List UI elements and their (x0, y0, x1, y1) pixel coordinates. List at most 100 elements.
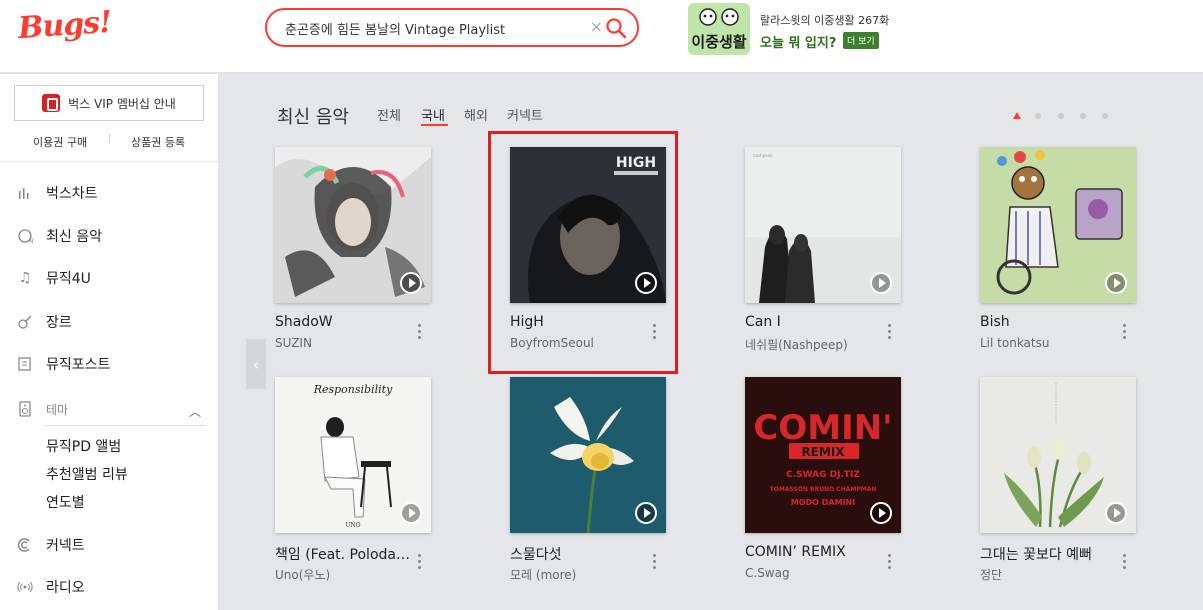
album-card[interactable]: COMIN' REMIX C.SWAG DJ.TIZ TOMASSON BRUN… (745, 377, 945, 597)
promo-subtitle[interactable]: 랄라스윗의 이중생활 267화 (760, 12, 889, 28)
album-cover[interactable]: nashpeep (745, 147, 901, 303)
album-card[interactable]: ShadoW SUZIN (275, 147, 475, 367)
sidebar-item-new-music[interactable]: N 최신 음악 (16, 224, 102, 248)
sidebar-item-chart[interactable]: 벅스차트 (16, 181, 98, 205)
sidebar-item-connect[interactable]: 커넥트 (16, 533, 85, 557)
search-input[interactable]: 춘곤증에 힘든 봄날의 Vintage Playlist (285, 19, 505, 38)
play-icon[interactable] (1105, 272, 1127, 294)
vip-membership-button[interactable]: 벅스 VIP 멤버십 안내 (14, 85, 204, 121)
play-icon[interactable] (400, 502, 422, 524)
sidebar-subitem-music-pd[interactable]: 뮤직PD 앨범 (46, 436, 121, 456)
album-cover[interactable]: COMIN' REMIX C.SWAG DJ.TIZ TOMASSON BRUN… (745, 377, 901, 533)
album-cover[interactable] (275, 147, 431, 303)
svg-text:nashpeep: nashpeep (753, 153, 773, 158)
page-indicator[interactable] (1102, 113, 1108, 119)
album-title[interactable]: Bish (980, 314, 1120, 330)
album-card[interactable]: nashpeep Can I 네쉬필(Nashpeep) (745, 147, 945, 367)
sidebar: 벅스 VIP 멤버십 안내 이용권 구매 상품권 등록 벅스차트 N 최신 음악… (0, 74, 219, 610)
sidebar-item-theme[interactable]: 테마 (16, 397, 68, 421)
sidebar-item-genre[interactable]: 장르 (16, 310, 72, 334)
promo-more-button[interactable]: 더 보기 (843, 32, 879, 49)
album-title[interactable]: 책임 (Feat. Polodare… (275, 544, 415, 564)
header: Bugs! 춘곤증에 힘든 봄날의 Vintage Playlist × 이중생… (0, 0, 1203, 73)
play-icon[interactable] (870, 502, 892, 524)
album-cover[interactable]: Responsibility UNO (275, 377, 431, 533)
sidebar-subitem-album-review[interactable]: 추천앨범 리뷰 (46, 464, 128, 484)
sidebar-item-music4u[interactable]: ♫ 뮤직4U (16, 266, 91, 290)
tab-overseas[interactable]: 해외 (464, 105, 488, 124)
svg-text:TOMASSON BRUNO CHAMPMAN: TOMASSON BRUNO CHAMPMAN (770, 486, 877, 493)
tab-connect[interactable]: 커넥트 (507, 105, 543, 124)
album-title[interactable]: Can I (745, 314, 885, 330)
search-box[interactable]: 춘곤증에 힘든 봄날의 Vintage Playlist × (265, 8, 639, 47)
speaker-icon (16, 400, 34, 418)
tab-domestic[interactable]: 국내 (421, 105, 445, 124)
promo-logo-text: 이중생활 (691, 33, 746, 51)
album-cover[interactable] (510, 377, 666, 533)
album-title[interactable]: 그대는 꽃보다 예뻐 (980, 544, 1120, 564)
carousel-prev-button[interactable]: ‹ (246, 339, 266, 389)
album-card[interactable]: 그대는 꽃보다 예뻐 정단 (980, 377, 1180, 597)
more-options-icon[interactable] (1120, 552, 1130, 572)
album-title[interactable]: ShadoW (275, 314, 415, 330)
radio-icon (16, 578, 34, 596)
play-icon[interactable] (1105, 502, 1127, 524)
section-title: 최신 음악 (277, 107, 349, 128)
sidebar-item-label: 테마 (46, 402, 69, 417)
more-options-icon[interactable] (415, 552, 425, 572)
more-options-icon[interactable] (885, 322, 895, 342)
play-icon[interactable] (400, 272, 422, 294)
guitar-icon (16, 313, 34, 331)
chart-icon (16, 184, 34, 202)
album-artist[interactable]: SUZIN (275, 336, 415, 350)
page-indicator[interactable] (1035, 113, 1041, 119)
more-options-icon[interactable] (1120, 322, 1130, 342)
album-card[interactable]: Responsibility UNO 책임 (Feat. Polodare… U… (275, 377, 475, 597)
page-indicator-active[interactable] (1013, 112, 1021, 119)
svg-text:C.SWAG DJ.TIZ: C.SWAG DJ.TIZ (786, 470, 860, 480)
album-artist[interactable]: C.Swag (745, 566, 885, 580)
album-card[interactable]: Bish Lil tonkatsu (980, 147, 1180, 367)
more-options-icon[interactable] (415, 322, 425, 342)
promo-title[interactable]: 오늘 뭐 입지? (760, 32, 836, 51)
vip-button-label: 벅스 VIP 멤버십 안내 (68, 96, 176, 111)
cover-text: Responsibility (313, 383, 393, 396)
sidebar-item-label: 라디오 (46, 580, 85, 596)
more-options-icon[interactable] (885, 552, 895, 572)
play-icon[interactable] (635, 502, 657, 524)
promo-banner-image[interactable]: 이중생활 (688, 3, 750, 55)
sidebar-item-label: 최신 음악 (46, 229, 102, 245)
search-icon[interactable] (605, 17, 627, 39)
sidebar-item-label: 뮤직포스트 (46, 357, 111, 373)
sidebar-subitem-by-year[interactable]: 연도별 (46, 492, 85, 512)
album-artist[interactable]: 네쉬필(Nashpeep) (745, 336, 885, 353)
tab-all[interactable]: 전체 (377, 105, 401, 124)
divider (0, 161, 219, 162)
clear-icon[interactable]: × (590, 17, 603, 36)
sidebar-item-label: 벅스차트 (46, 186, 98, 202)
bugs-logo[interactable]: Bugs! (17, 5, 112, 46)
chevron-up-icon[interactable]: ︿ (189, 403, 201, 420)
album-cover[interactable] (980, 147, 1136, 303)
album-card[interactable]: 스물다섯 모레 (more) (510, 377, 710, 597)
album-title[interactable]: 스물다섯 (510, 544, 650, 564)
more-options-icon[interactable] (650, 552, 660, 572)
album-title[interactable]: COMIN’ REMIX (745, 544, 885, 560)
vip-icon (42, 94, 61, 112)
page-indicator[interactable] (1058, 113, 1064, 119)
album-artist[interactable]: Lil tonkatsu (980, 336, 1120, 350)
sidebar-item-radio[interactable]: 라디오 (16, 575, 85, 599)
album-artist[interactable]: 모레 (more) (510, 566, 650, 583)
play-icon[interactable] (870, 272, 892, 294)
page-indicator[interactable] (1080, 113, 1086, 119)
album-artist[interactable]: Uno(우노) (275, 566, 415, 583)
sidebar-item-music-post[interactable]: 뮤직포스트 (16, 352, 110, 376)
album-artist[interactable]: 정단 (980, 566, 1120, 583)
cover-text: COMIN' (753, 408, 892, 448)
divider (44, 425, 206, 426)
album-cover[interactable] (980, 377, 1136, 533)
gift-card-link[interactable]: 상품권 등록 (131, 134, 185, 150)
buy-pass-link[interactable]: 이용권 구매 (33, 134, 87, 150)
music-note-icon: ♫ (18, 270, 32, 286)
svg-text:N: N (29, 238, 33, 244)
